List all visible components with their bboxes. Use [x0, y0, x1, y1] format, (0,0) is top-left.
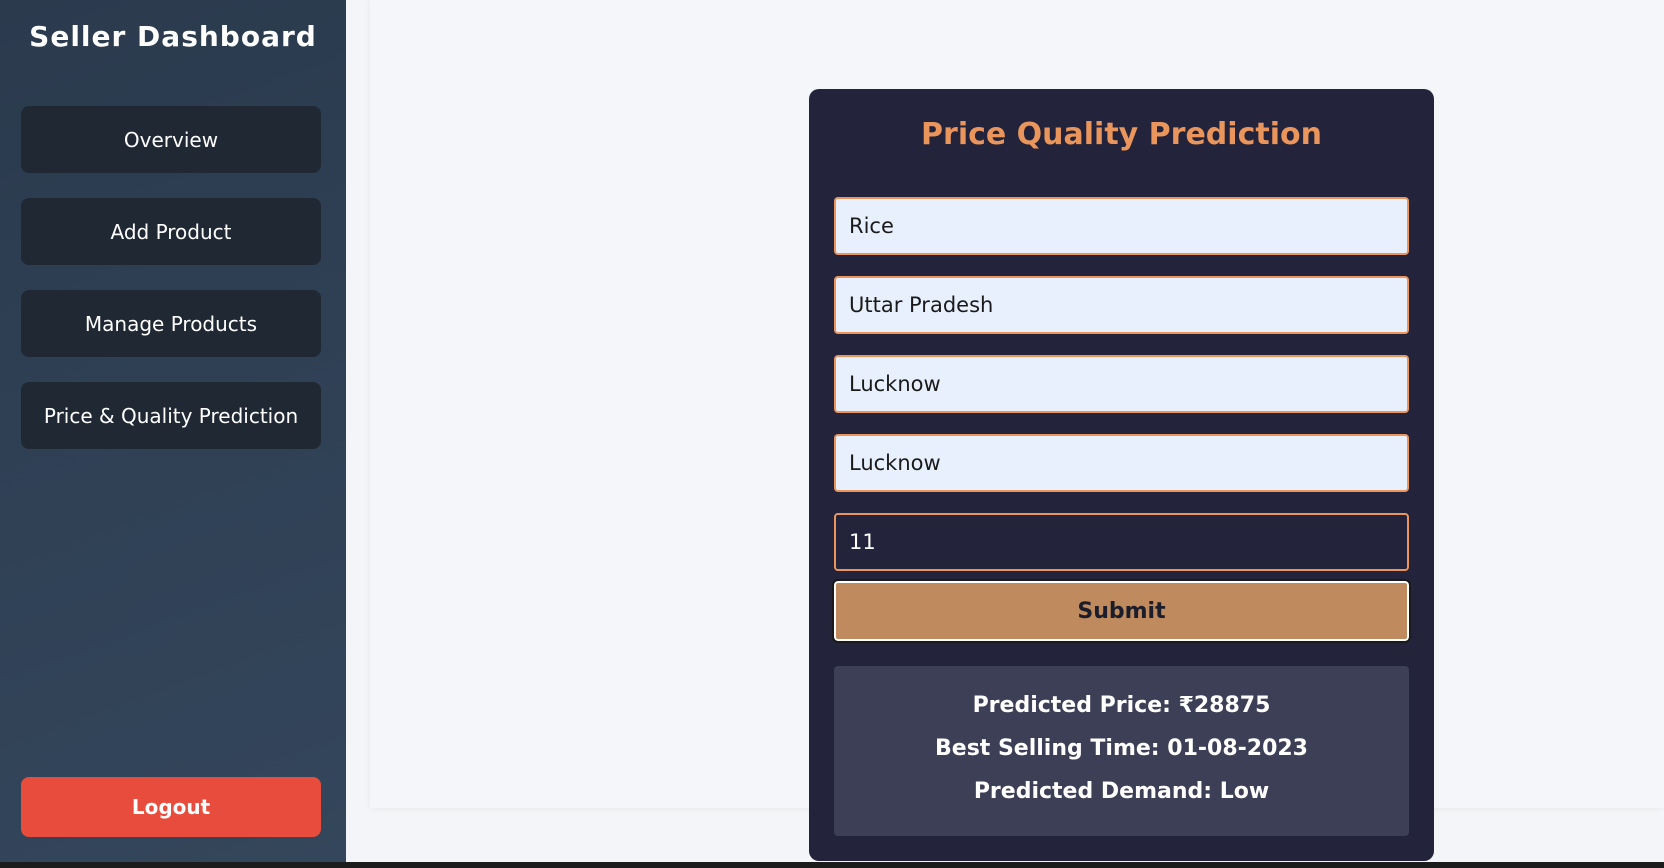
app-root: Seller Dashboard Overview Add Product Ma… — [0, 0, 1664, 868]
taskbar-edge — [0, 862, 1664, 868]
state-input[interactable] — [834, 276, 1409, 334]
predicted-price-text: Predicted Price: ₹28875 — [972, 693, 1271, 718]
month-input[interactable] — [834, 513, 1409, 571]
nav-overview-button[interactable]: Overview — [21, 106, 321, 173]
sidebar-title: Seller Dashboard — [29, 20, 317, 53]
nav-add-product-button[interactable]: Add Product — [21, 198, 321, 265]
best-selling-time-text: Best Selling Time: 01-08-2023 — [935, 736, 1308, 761]
sidebar: Seller Dashboard Overview Add Product Ma… — [0, 0, 346, 862]
card-title: Price Quality Prediction — [921, 117, 1322, 152]
market-input[interactable] — [834, 434, 1409, 492]
logout-button[interactable]: Logout — [21, 777, 321, 837]
predicted-demand-text: Predicted Demand: Low — [973, 779, 1270, 804]
nav-price-quality-prediction-button[interactable]: Price & Quality Prediction — [21, 382, 321, 449]
district-input[interactable] — [834, 355, 1409, 413]
result-panel: Predicted Price: ₹28875 Best Selling Tim… — [834, 666, 1409, 836]
commodity-input[interactable] — [834, 197, 1409, 255]
prediction-card: Price Quality Prediction Submit Predicte… — [809, 89, 1434, 861]
nav-manage-products-button[interactable]: Manage Products — [21, 290, 321, 357]
submit-button[interactable]: Submit — [832, 579, 1411, 643]
